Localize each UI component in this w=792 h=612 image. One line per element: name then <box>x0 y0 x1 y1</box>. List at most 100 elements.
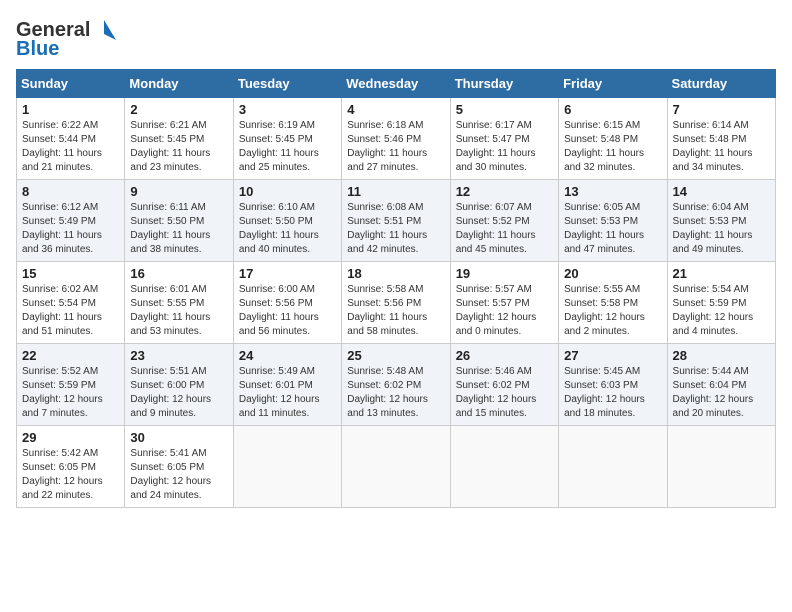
sunrise-label: Sunrise: 6:04 AM <box>673 202 749 213</box>
daylight-label: Daylight: 11 hours and 38 minutes. <box>130 230 210 255</box>
calendar-cell: 14 Sunrise: 6:04 AM Sunset: 5:53 PM Dayl… <box>667 180 775 262</box>
cell-info: Sunrise: 6:11 AM Sunset: 5:50 PM Dayligh… <box>130 201 227 257</box>
calendar-cell: 27 Sunrise: 5:45 AM Sunset: 6:03 PM Dayl… <box>559 344 667 426</box>
calendar-cell: 24 Sunrise: 5:49 AM Sunset: 6:01 PM Dayl… <box>233 344 341 426</box>
sunset-label: Sunset: 6:03 PM <box>564 380 638 391</box>
cell-info: Sunrise: 6:21 AM Sunset: 5:45 PM Dayligh… <box>130 119 227 175</box>
sunset-label: Sunset: 5:45 PM <box>130 134 204 145</box>
sunset-label: Sunset: 6:00 PM <box>130 380 204 391</box>
calendar-cell <box>233 426 341 508</box>
daylight-label: Daylight: 12 hours and 13 minutes. <box>347 394 428 419</box>
calendar-cell: 22 Sunrise: 5:52 AM Sunset: 5:59 PM Dayl… <box>17 344 125 426</box>
sunset-label: Sunset: 6:02 PM <box>347 380 421 391</box>
sunrise-label: Sunrise: 6:15 AM <box>564 120 640 131</box>
sunrise-label: Sunrise: 5:41 AM <box>130 448 206 459</box>
sunrise-label: Sunrise: 5:58 AM <box>347 284 423 295</box>
calendar-cell: 23 Sunrise: 5:51 AM Sunset: 6:00 PM Dayl… <box>125 344 233 426</box>
sunset-label: Sunset: 5:47 PM <box>456 134 530 145</box>
sunset-label: Sunset: 5:54 PM <box>22 298 96 309</box>
daylight-label: Daylight: 12 hours and 9 minutes. <box>130 394 211 419</box>
calendar-cell: 12 Sunrise: 6:07 AM Sunset: 5:52 PM Dayl… <box>450 180 558 262</box>
cell-info: Sunrise: 6:01 AM Sunset: 5:55 PM Dayligh… <box>130 283 227 339</box>
cell-info: Sunrise: 6:05 AM Sunset: 5:53 PM Dayligh… <box>564 201 661 257</box>
daylight-label: Daylight: 11 hours and 36 minutes. <box>22 230 102 255</box>
calendar-cell <box>342 426 450 508</box>
sunset-label: Sunset: 5:50 PM <box>130 216 204 227</box>
sunrise-label: Sunrise: 6:18 AM <box>347 120 423 131</box>
day-number: 8 <box>22 184 119 199</box>
daylight-label: Daylight: 11 hours and 30 minutes. <box>456 148 536 173</box>
calendar-week-2: 8 Sunrise: 6:12 AM Sunset: 5:49 PM Dayli… <box>17 180 776 262</box>
sunset-label: Sunset: 5:50 PM <box>239 216 313 227</box>
calendar-cell: 4 Sunrise: 6:18 AM Sunset: 5:46 PM Dayli… <box>342 98 450 180</box>
sunrise-label: Sunrise: 6:10 AM <box>239 202 315 213</box>
weekday-header-tuesday: Tuesday <box>233 70 341 98</box>
sunrise-label: Sunrise: 5:51 AM <box>130 366 206 377</box>
sunset-label: Sunset: 5:59 PM <box>22 380 96 391</box>
day-number: 19 <box>456 266 553 281</box>
sunset-label: Sunset: 5:57 PM <box>456 298 530 309</box>
page-header: General Blue <box>16 16 776 61</box>
calendar-cell: 19 Sunrise: 5:57 AM Sunset: 5:57 PM Dayl… <box>450 262 558 344</box>
calendar-cell: 15 Sunrise: 6:02 AM Sunset: 5:54 PM Dayl… <box>17 262 125 344</box>
day-number: 12 <box>456 184 553 199</box>
sunrise-label: Sunrise: 5:54 AM <box>673 284 749 295</box>
calendar-cell: 7 Sunrise: 6:14 AM Sunset: 5:48 PM Dayli… <box>667 98 775 180</box>
calendar-week-4: 22 Sunrise: 5:52 AM Sunset: 5:59 PM Dayl… <box>17 344 776 426</box>
logo: General Blue <box>16 16 118 61</box>
sunrise-label: Sunrise: 6:07 AM <box>456 202 532 213</box>
calendar-cell: 8 Sunrise: 6:12 AM Sunset: 5:49 PM Dayli… <box>17 180 125 262</box>
sunrise-label: Sunrise: 6:11 AM <box>130 202 205 213</box>
cell-info: Sunrise: 5:42 AM Sunset: 6:05 PM Dayligh… <box>22 447 119 503</box>
sunrise-label: Sunrise: 6:17 AM <box>456 120 532 131</box>
calendar-week-3: 15 Sunrise: 6:02 AM Sunset: 5:54 PM Dayl… <box>17 262 776 344</box>
cell-info: Sunrise: 6:04 AM Sunset: 5:53 PM Dayligh… <box>673 201 770 257</box>
sunset-label: Sunset: 5:48 PM <box>564 134 638 145</box>
sunset-label: Sunset: 5:56 PM <box>239 298 313 309</box>
sunset-label: Sunset: 5:53 PM <box>673 216 747 227</box>
sunrise-label: Sunrise: 6:19 AM <box>239 120 315 131</box>
calendar-cell: 16 Sunrise: 6:01 AM Sunset: 5:55 PM Dayl… <box>125 262 233 344</box>
day-number: 16 <box>130 266 227 281</box>
weekday-header-saturday: Saturday <box>667 70 775 98</box>
daylight-label: Daylight: 11 hours and 47 minutes. <box>564 230 644 255</box>
day-number: 25 <box>347 348 444 363</box>
cell-info: Sunrise: 6:15 AM Sunset: 5:48 PM Dayligh… <box>564 119 661 175</box>
cell-info: Sunrise: 5:46 AM Sunset: 6:02 PM Dayligh… <box>456 365 553 421</box>
daylight-label: Daylight: 12 hours and 20 minutes. <box>673 394 754 419</box>
sunrise-label: Sunrise: 6:02 AM <box>22 284 98 295</box>
calendar-cell: 6 Sunrise: 6:15 AM Sunset: 5:48 PM Dayli… <box>559 98 667 180</box>
cell-info: Sunrise: 5:54 AM Sunset: 5:59 PM Dayligh… <box>673 283 770 339</box>
daylight-label: Daylight: 11 hours and 25 minutes. <box>239 148 319 173</box>
day-number: 30 <box>130 430 227 445</box>
daylight-label: Daylight: 12 hours and 18 minutes. <box>564 394 645 419</box>
day-number: 15 <box>22 266 119 281</box>
cell-info: Sunrise: 6:12 AM Sunset: 5:49 PM Dayligh… <box>22 201 119 257</box>
daylight-label: Daylight: 11 hours and 27 minutes. <box>347 148 427 173</box>
sunrise-label: Sunrise: 5:57 AM <box>456 284 532 295</box>
calendar-cell: 21 Sunrise: 5:54 AM Sunset: 5:59 PM Dayl… <box>667 262 775 344</box>
daylight-label: Daylight: 12 hours and 7 minutes. <box>22 394 103 419</box>
weekday-header-monday: Monday <box>125 70 233 98</box>
calendar-week-5: 29 Sunrise: 5:42 AM Sunset: 6:05 PM Dayl… <box>17 426 776 508</box>
sunrise-label: Sunrise: 5:55 AM <box>564 284 640 295</box>
day-number: 9 <box>130 184 227 199</box>
calendar-cell: 18 Sunrise: 5:58 AM Sunset: 5:56 PM Dayl… <box>342 262 450 344</box>
cell-info: Sunrise: 5:55 AM Sunset: 5:58 PM Dayligh… <box>564 283 661 339</box>
cell-info: Sunrise: 5:45 AM Sunset: 6:03 PM Dayligh… <box>564 365 661 421</box>
sunrise-label: Sunrise: 5:48 AM <box>347 366 423 377</box>
day-number: 11 <box>347 184 444 199</box>
day-number: 22 <box>22 348 119 363</box>
day-number: 21 <box>673 266 770 281</box>
sunrise-label: Sunrise: 5:42 AM <box>22 448 98 459</box>
calendar-cell: 9 Sunrise: 6:11 AM Sunset: 5:50 PM Dayli… <box>125 180 233 262</box>
sunrise-label: Sunrise: 6:12 AM <box>22 202 98 213</box>
calendar-cell: 5 Sunrise: 6:17 AM Sunset: 5:47 PM Dayli… <box>450 98 558 180</box>
calendar-cell <box>667 426 775 508</box>
daylight-label: Daylight: 12 hours and 2 minutes. <box>564 312 645 337</box>
daylight-label: Daylight: 11 hours and 32 minutes. <box>564 148 644 173</box>
sunrise-label: Sunrise: 5:49 AM <box>239 366 315 377</box>
cell-info: Sunrise: 5:41 AM Sunset: 6:05 PM Dayligh… <box>130 447 227 503</box>
daylight-label: Daylight: 11 hours and 23 minutes. <box>130 148 210 173</box>
sunset-label: Sunset: 5:44 PM <box>22 134 96 145</box>
